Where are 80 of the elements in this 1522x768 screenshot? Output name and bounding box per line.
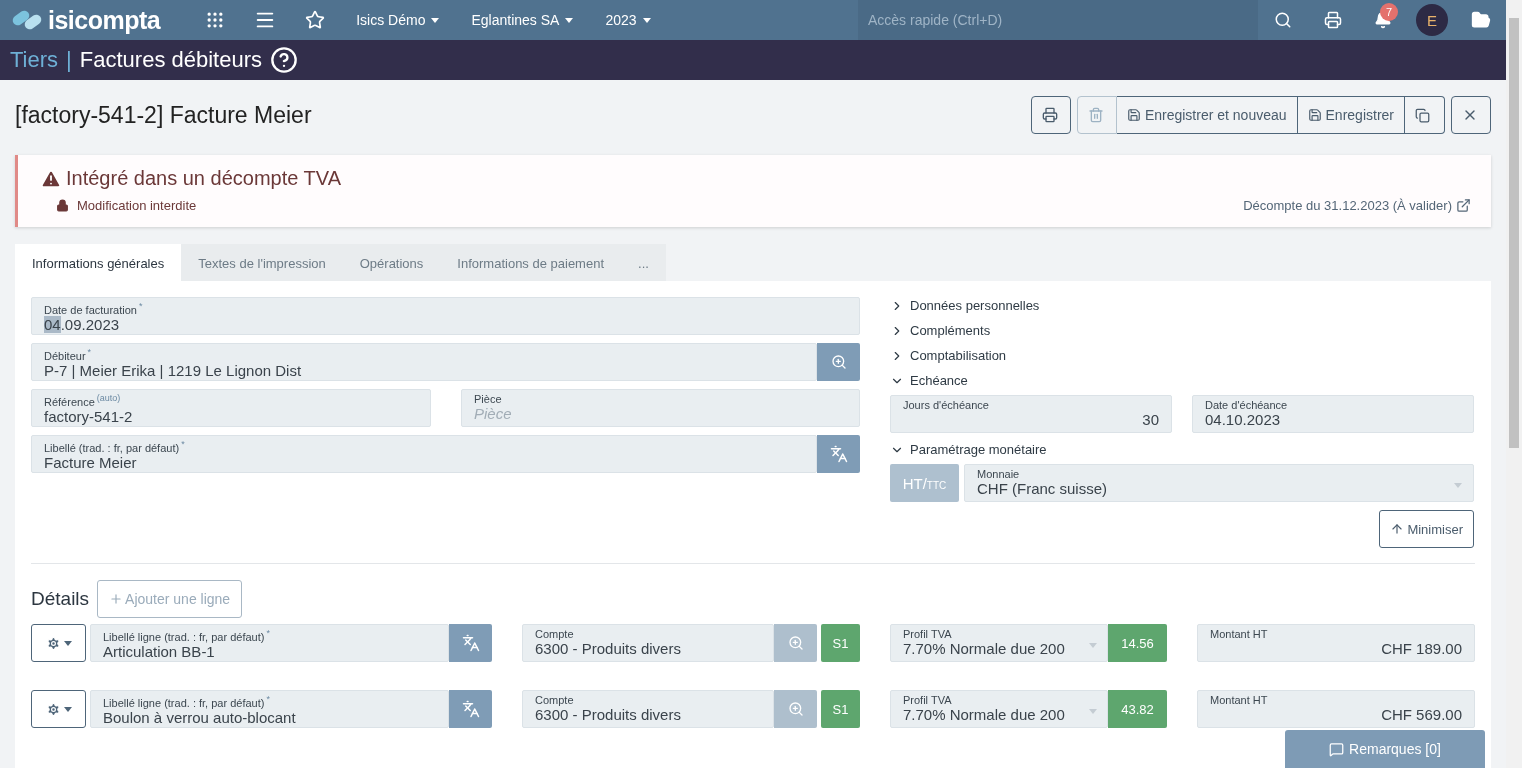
translate-button[interactable] xyxy=(817,435,860,473)
input-field[interactable]: Montant HT CHF 569.00 xyxy=(1197,690,1475,728)
input-field[interactable]: Profil TVA 7.70% Normale due 200 xyxy=(890,690,1108,728)
gear-icon xyxy=(45,701,61,717)
tab[interactable]: ... xyxy=(621,244,666,281)
tab[interactable]: Informations générales xyxy=(15,244,182,281)
input-field[interactable]: Débiteur $^{*}$ P-7 | Meier Erika | 1219 Le Lignon Dist xyxy=(31,343,817,381)
save-icon xyxy=(1126,108,1141,122)
external-link-icon xyxy=(1456,198,1471,213)
notification-badge: 7 xyxy=(1380,3,1398,21)
user-avatar[interactable]: E xyxy=(1416,4,1448,36)
caret-icon xyxy=(63,706,72,712)
help-icon[interactable] xyxy=(270,46,298,74)
comment-icon xyxy=(1329,741,1345,757)
input-field[interactable]: Montant HT CHF 189.00 xyxy=(1197,624,1475,662)
caret-icon xyxy=(642,17,651,23)
caret-icon xyxy=(63,640,72,646)
input-field[interactable]: Monnaie CHF (Franc suisse) xyxy=(964,464,1474,502)
close-button[interactable] xyxy=(1451,96,1491,134)
settlement-link[interactable]: Décompte du 31.12.2023 (À valider) xyxy=(1243,198,1471,213)
translate-button[interactable] xyxy=(449,690,492,728)
record-title: [factory-541-2] Facture Meier xyxy=(15,101,312,129)
breadcrumb-link[interactable]: Tiers xyxy=(10,47,59,73)
section-title: Détails xyxy=(31,588,90,610)
section-toggle[interactable]: Données personnelles xyxy=(890,297,1474,314)
caret-icon xyxy=(1454,483,1462,488)
zoom-in-icon xyxy=(787,635,804,651)
gear-icon xyxy=(45,635,61,651)
section-toggle[interactable]: Echéance xyxy=(890,372,1474,389)
copy-button[interactable] xyxy=(1405,96,1445,134)
input-field[interactable]: Date d'échéance 04.10.2023 xyxy=(1192,395,1474,433)
translate-icon xyxy=(461,700,480,718)
section-toggle[interactable]: Comptabilisation xyxy=(890,347,1474,364)
caret-icon xyxy=(1089,709,1097,714)
section-toggle[interactable]: Compléments xyxy=(890,322,1474,339)
lock-icon xyxy=(56,199,69,212)
input-field[interactable]: Compte 6300 - Produits divers xyxy=(522,624,774,662)
nav-dropdown[interactable]: 2023 xyxy=(589,12,667,28)
printer-icon xyxy=(1041,107,1058,123)
input-field[interactable]: Compte 6300 - Produits divers xyxy=(522,690,774,728)
section-toggle[interactable]: Paramétrage monétaire xyxy=(890,441,1474,458)
caret-icon xyxy=(565,17,574,23)
input-field[interactable]: Libellé ligne (trad. : fr, par défaut) $^{*}$ Articulation BB-1 xyxy=(90,624,449,662)
settings-dropdown[interactable] xyxy=(31,690,86,728)
print-button[interactable] xyxy=(1030,96,1071,134)
translate-icon xyxy=(829,445,848,463)
caret-icon xyxy=(431,17,440,23)
input-field[interactable]: Profil TVA 7.70% Normale due 200 xyxy=(890,624,1108,662)
save-icon xyxy=(1307,108,1322,122)
save-button[interactable]: Enregistrer xyxy=(1297,96,1405,134)
nav-dropdown[interactable]: Isics Démo xyxy=(340,12,456,28)
tab[interactable]: Textes de l'impression xyxy=(181,244,343,281)
logo-text: isicompta xyxy=(48,5,161,35)
translate-icon xyxy=(461,634,480,652)
settings-dropdown[interactable] xyxy=(31,624,86,662)
input-field[interactable]: Pièce Pièce xyxy=(461,389,860,427)
nav-dropdown[interactable]: Eglantines SA xyxy=(455,12,590,28)
page-title: Factures débiteurs xyxy=(79,47,262,73)
caret-icon xyxy=(1089,643,1097,648)
input-field[interactable]: Libellé ligne (trad. : fr, par défaut) $^{*}$ Boulon à verrou auto-blocant xyxy=(90,690,449,728)
tab[interactable]: Opérations xyxy=(342,244,441,281)
translate-button[interactable] xyxy=(449,624,492,662)
input-field[interactable]: Référence $^{(auto)}$ factory-541-2 xyxy=(31,389,431,427)
input-field[interactable]: Libellé (trad. : fr, par défaut) $^{*}$ Facture Meier xyxy=(31,435,817,473)
scrollbar[interactable] xyxy=(1506,0,1522,768)
zoom-search-button[interactable] xyxy=(817,343,860,381)
plus-icon xyxy=(109,592,124,606)
minimize-button[interactable]: Minimiser xyxy=(1379,510,1474,548)
breadcrumb-separator: | xyxy=(66,47,72,73)
zoom-in-icon xyxy=(830,354,847,370)
quick-search-field[interactable]: Accès rapide (Ctrl+D) xyxy=(858,0,1258,40)
alert-text: Modification interdite xyxy=(77,198,197,213)
copy-icon xyxy=(1415,107,1430,123)
input-field[interactable]: Jours d'échéance 30 xyxy=(890,395,1172,433)
trash-icon xyxy=(1087,107,1104,123)
zoom-in-icon xyxy=(787,701,804,717)
alert-title: Intégré dans un décompte TVA xyxy=(66,167,341,190)
tab[interactable]: Informations de paiement xyxy=(440,244,622,281)
save-button[interactable]: Enregistrer et nouveau xyxy=(1116,96,1298,134)
date-field[interactable]: Date de facturation $^{*}$ 04.09.2023 xyxy=(31,297,860,335)
